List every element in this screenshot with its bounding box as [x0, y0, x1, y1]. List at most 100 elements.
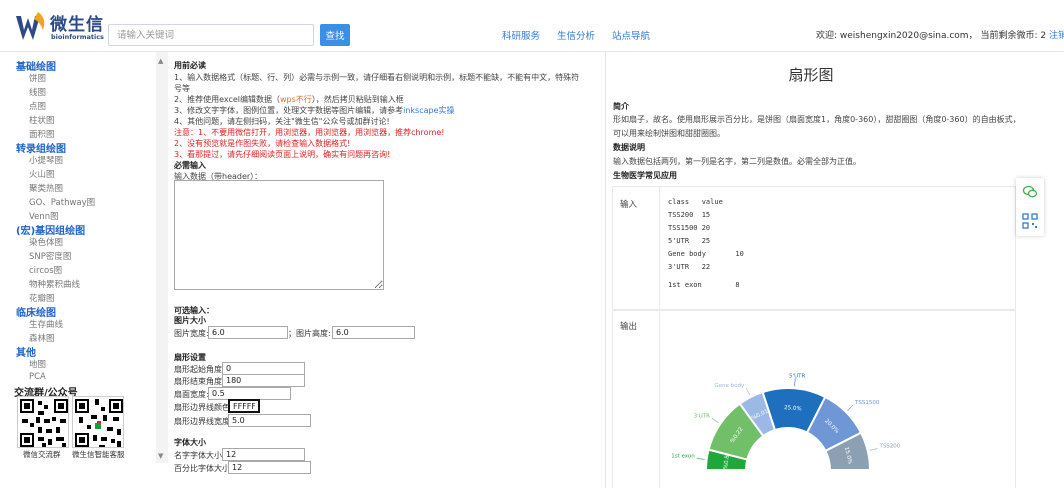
logout-link[interactable]: 注销	[1049, 31, 1064, 41]
sidebar-item-circos[interactable]: circos图	[29, 264, 62, 276]
sidebar-item-snp-density[interactable]: SNP密度图	[29, 250, 71, 262]
sidebar-item-heatmap[interactable]: 聚类热图	[29, 182, 63, 194]
welcome-prefix: 欢迎:	[816, 31, 840, 41]
description-panel: 扇形图 简介 形如扇子，故名。使用扇形展示百分比，是饼图（扇面宽度1，角度0-3…	[606, 52, 1016, 488]
slice-name-label: 3'UTR	[694, 413, 710, 419]
sidebar-item-map[interactable]: 地图	[29, 358, 46, 370]
sample-line: 1st exon 8	[668, 281, 740, 289]
sidebar-item-chromosome[interactable]: 染色体图	[29, 236, 63, 248]
notice-line-3: 3、修改文字字体，图例位置，处理文字数据等图片编辑，请参考inkscape实操	[174, 105, 455, 116]
sidebar-item-scatter[interactable]: 点图	[29, 100, 46, 112]
input-data-textarea[interactable]	[174, 180, 384, 290]
logo-mark-icon	[16, 12, 45, 40]
floating-toolbar	[1016, 178, 1044, 236]
height-label: ；图片高度:	[288, 329, 331, 338]
sidebar-item-survival[interactable]: 生存曲线	[29, 318, 63, 330]
site-logo[interactable]: 微生信 bioinformatics	[14, 8, 104, 46]
qrcode-icon[interactable]	[1022, 213, 1038, 229]
sidebar-item-line[interactable]: 线图	[29, 86, 46, 98]
end-angle-label: 扇形结束角度:	[174, 377, 225, 386]
width-label: 图片宽度:	[174, 329, 209, 338]
nav-research-service[interactable]: 科研服务	[502, 28, 540, 42]
intro-line-1: 形如扇子，故名。使用扇形展示百分比，是饼图（扇面宽度1，角度0-360），甜甜圈…	[613, 115, 1016, 124]
wechat-group-qr-icon	[17, 396, 69, 448]
notice-line-1: 1、输入数据格式（标题、行、列）必需与示例一致，请仔细看右侧说明和示例，标题不能…	[174, 73, 580, 82]
data-line: 输入数据包括两列，第一列是名字，第二列是数值。必需全部为正值。	[613, 157, 861, 166]
intro-title: 简介	[613, 102, 629, 111]
logo-text: 微生信	[50, 15, 104, 35]
slice-name-label: Gene body	[714, 383, 745, 389]
name-font-input[interactable]	[222, 448, 305, 461]
slice-leader-line	[794, 378, 796, 387]
sidebar-category-transcriptome[interactable]: 转录组绘图	[16, 140, 66, 155]
border-color-label: 扇形边界线颜色:	[174, 403, 233, 412]
output-box-divider	[659, 310, 660, 488]
inkscape-link[interactable]: inkscape实操	[403, 106, 454, 115]
sidebar: 基础绘图 饼图 线图 点图 柱状图 面积图 转录组绘图 小提琴图 火山图 聚类热…	[0, 52, 156, 488]
sidebar-category-other[interactable]: 其他	[16, 344, 36, 359]
coins-label: ， 当前剩余微币:	[968, 31, 1041, 41]
sidebar-item-petal[interactable]: 花瓣图	[29, 292, 55, 304]
width-input[interactable]	[208, 326, 288, 339]
sidebar-item-go-pathway[interactable]: GO、Pathway图	[29, 196, 95, 208]
warning-line-1: 注意：1、不要用微信打开，用浏览器，用浏览器，用浏览器，推荐chrome!	[174, 128, 445, 137]
sidebar-item-forest[interactable]: 森林图	[29, 332, 55, 344]
notice2-b: ），然后拷贝粘贴到输入框	[311, 95, 404, 104]
sidebar-item-venn[interactable]: Venn图	[29, 210, 59, 222]
border-width-input[interactable]	[228, 414, 311, 427]
sidebar-item-violin[interactable]: 小提琴图	[29, 154, 63, 166]
sidebar-item-area[interactable]: 面积图	[29, 128, 55, 140]
sidebar-category-clinical[interactable]: 临床绘图	[16, 304, 56, 319]
sample-line: 3'UTR 22	[668, 263, 711, 271]
name-font-label: 名字字体大小:	[174, 451, 225, 460]
notice3-a: 3、修改文字字体，图例位置，处理文字数据等图片编辑，请参考	[174, 106, 404, 115]
user-email: weishengxin2020@sina.com	[839, 31, 969, 41]
sidebar-scrollbar[interactable]	[156, 52, 168, 463]
size-title: 图片大小	[174, 316, 206, 325]
sidebar-item-bar[interactable]: 柱状图	[29, 114, 55, 126]
notice2-wps: wps不行	[280, 95, 312, 104]
sample-line: class value	[668, 198, 723, 206]
sidebar-item-pie[interactable]: 饼图	[29, 72, 46, 84]
border-color-input[interactable]	[228, 399, 260, 413]
scroll-up-arrow-icon[interactable]: ▲	[158, 57, 163, 65]
end-angle-input[interactable]	[222, 374, 305, 387]
search-button[interactable]: 查找	[320, 24, 350, 46]
warning-line-3: 3、看那提过，请先仔细阅读页面上说明，确实有问题再咨询!	[174, 150, 391, 159]
search-input[interactable]	[108, 24, 314, 46]
scroll-down-arrow-icon[interactable]: ▼	[158, 452, 163, 460]
nav-site-navigation[interactable]: 站点导航	[612, 28, 650, 42]
user-info: 欢迎: weishengxin2020@sina.com， 当前剩余微币: 2 …	[816, 28, 1064, 41]
application-title: 生物医学常见应用	[613, 171, 677, 180]
pct-font-input[interactable]	[228, 461, 311, 474]
data-title: 数据说明	[613, 143, 645, 152]
fan-chart: %0.81st exon%0.223'UTR %0.01Gene body25.0…	[671, 373, 901, 471]
output-label: 输出	[620, 322, 638, 332]
sidebar-item-accumulation[interactable]: 物种累积曲线	[29, 278, 80, 290]
notice-line-1b: 号等	[174, 84, 190, 93]
wechat-icon[interactable]	[1022, 184, 1038, 200]
sample-line: TSS200 15	[668, 211, 711, 219]
sample-line: Gene body 10	[668, 250, 744, 258]
sidebar-item-pca[interactable]: PCA	[29, 372, 46, 382]
slice-name-label: TSS1500	[854, 400, 880, 406]
ring-width-label: 扇面宽度:	[174, 390, 209, 399]
notice2-a: 2、推荐使用excel编辑数据（	[174, 95, 281, 104]
border-width-label: 扇形边界线宽度:	[174, 417, 233, 426]
slice-leader-line	[869, 448, 878, 451]
page-title: 扇形图	[788, 66, 834, 84]
sample-input-label: 输入	[620, 200, 638, 210]
start-angle-label: 扇形起始角度:	[174, 365, 225, 374]
qr-label-wechat-group: 微信交流群	[23, 450, 61, 459]
sidebar-category-genome[interactable]: (宏)基因组绘图	[16, 222, 85, 237]
sidebar-item-volcano[interactable]: 火山图	[29, 168, 55, 180]
intro-line-2: 可以用来绘制饼图和甜甜圈图。	[613, 129, 725, 138]
notice-line-2: 2、推荐使用excel编辑数据（wps不行），然后拷贝粘贴到输入框	[174, 94, 404, 105]
slice-name-label: 5'UTR	[789, 373, 805, 379]
pct-font-label: 百分比字体大小:	[174, 464, 233, 473]
nav-bioinfo-analysis[interactable]: 生信分析	[557, 28, 595, 42]
slice-leader-line	[847, 404, 854, 411]
slice-leader-line	[745, 387, 751, 396]
height-input[interactable]	[332, 326, 415, 339]
sidebar-category-basic[interactable]: 基础绘图	[16, 58, 56, 73]
